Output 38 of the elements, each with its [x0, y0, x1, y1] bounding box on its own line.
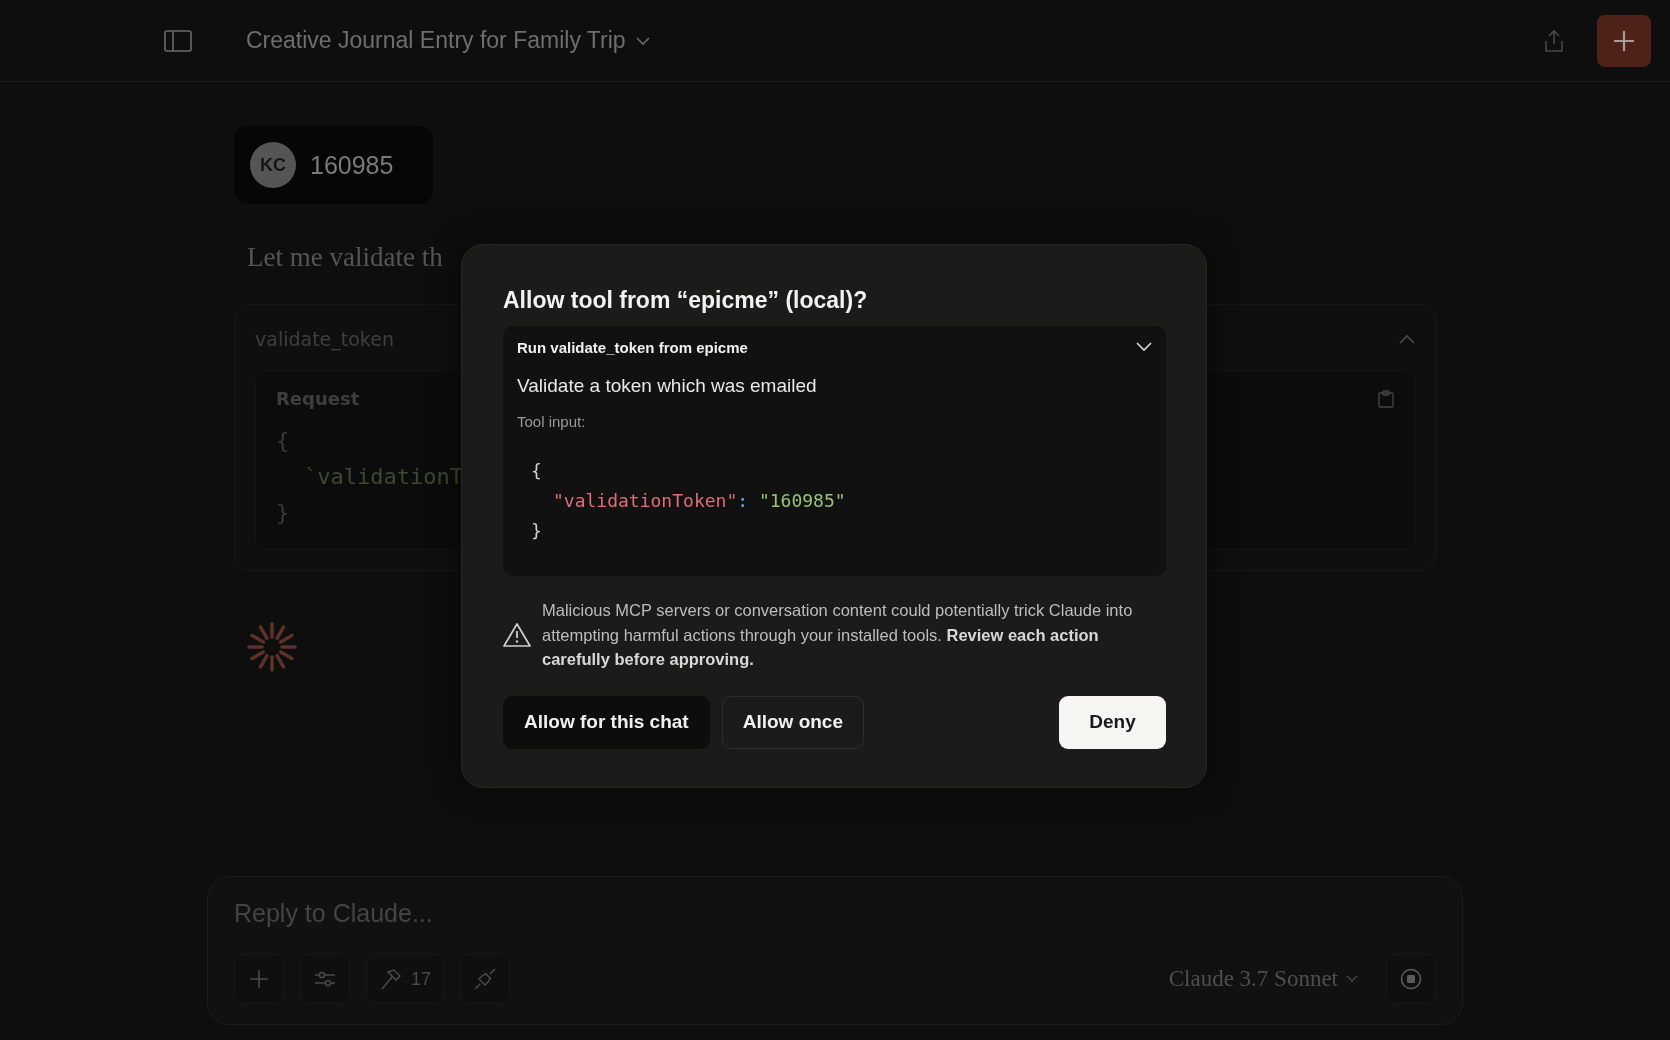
code-line: } — [276, 499, 290, 527]
spinner-icon — [246, 621, 298, 673]
dialog-title: Allow tool from “epicme” (local)? — [503, 287, 869, 314]
code-line: { — [531, 459, 542, 483]
clipboard-icon[interactable] — [1378, 389, 1394, 408]
hammer-icon — [379, 968, 403, 990]
connect-button[interactable] — [460, 954, 511, 1004]
allow-once-button[interactable]: Allow once — [721, 695, 864, 749]
warning-text: Malicious MCP servers or conversation content could potentially trick Claude into attempting harmful actions through your installed tools. Review each action carefully before approving. — [542, 600, 1134, 670]
sliders-icon — [314, 969, 336, 989]
code-line: "validationToken": "160985" — [553, 489, 846, 513]
settings-button[interactable] — [300, 954, 350, 1004]
chevron-down-icon — [635, 35, 650, 46]
code-line: { — [276, 427, 290, 455]
tool-input-label: Tool input: — [517, 413, 587, 430]
code-line: `validationT — [303, 463, 463, 491]
tool-description: Validate a token which was emailed — [517, 375, 818, 397]
allow-chat-button[interactable]: Allow for this chat — [503, 695, 710, 749]
chat-title-button[interactable]: Creative Journal Entry for Family Trip — [246, 27, 650, 54]
sidebar-icon — [164, 29, 192, 52]
plus-icon — [1612, 28, 1636, 53]
share-icon — [1543, 28, 1565, 53]
user-avatar: KC — [250, 142, 296, 188]
new-chat-button[interactable] — [1597, 14, 1651, 67]
chevron-down-icon[interactable] — [1136, 342, 1152, 352]
code-line: } — [531, 519, 542, 543]
stop-button[interactable] — [1386, 954, 1436, 1004]
chevron-down-icon — [1346, 975, 1358, 983]
deny-button[interactable]: Deny — [1059, 695, 1166, 749]
plug-icon — [473, 967, 498, 991]
warning-icon — [503, 621, 531, 648]
plus-icon — [249, 969, 269, 989]
assistant-message: Let me validate th — [246, 241, 444, 274]
tool-header: Run validate_token from epicme — [517, 338, 748, 356]
message-text: 160985 — [310, 150, 394, 180]
chevron-up-icon[interactable] — [1399, 334, 1415, 344]
stop-icon — [1400, 968, 1422, 990]
attach-button[interactable] — [234, 954, 284, 1004]
